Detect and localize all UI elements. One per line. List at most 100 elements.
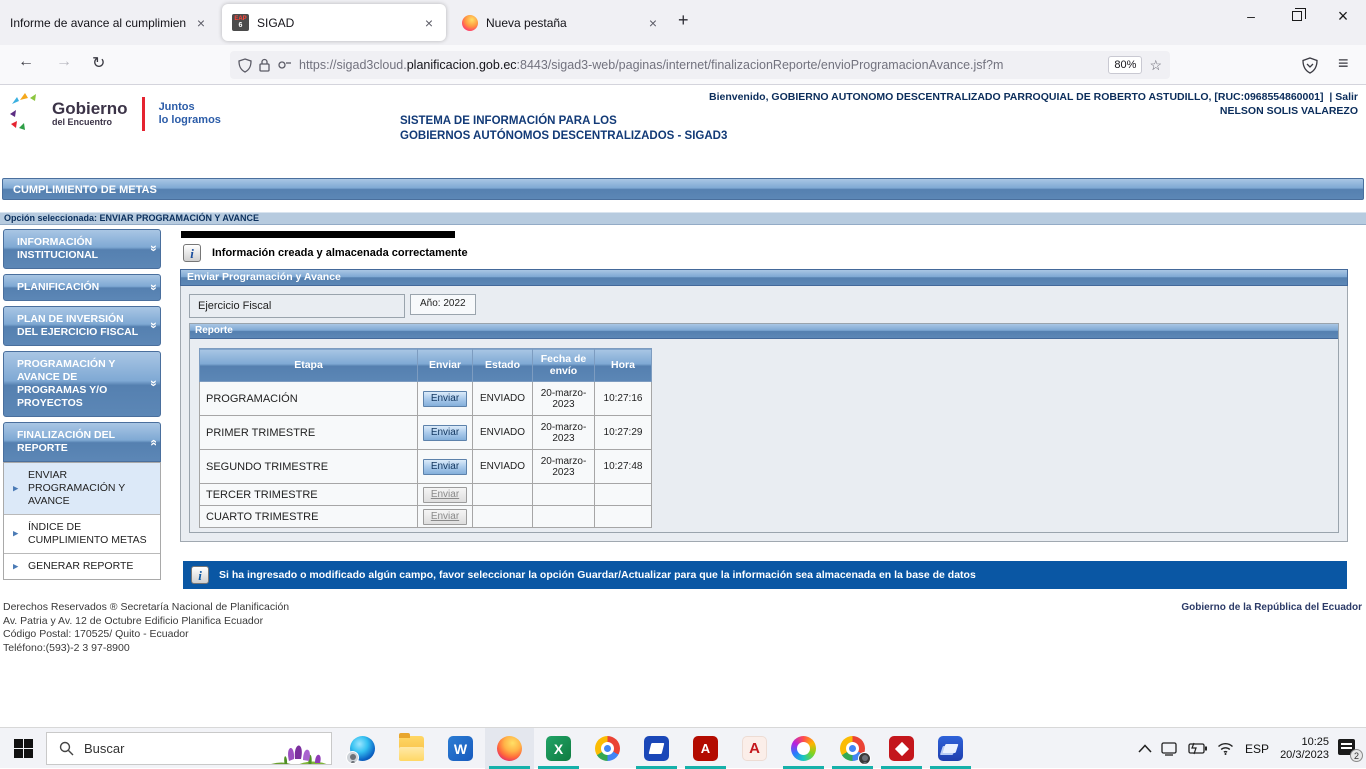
close-button[interactable]: × [1320,0,1366,32]
col-fecha: Fecha de envío [533,349,595,382]
start-button[interactable] [14,739,33,758]
fiscal-row: Ejercicio Fiscal Año: 2022 [189,294,1339,318]
clock[interactable]: 10:25 20/3/2023 [1280,736,1329,762]
col-enviar: Enviar [418,349,473,382]
lock-icon[interactable] [259,58,270,72]
tab-close-icon[interactable]: × [194,15,208,31]
chevron-up-icon: » [147,439,160,446]
table-row: SEGUNDO TRIMESTRE Enviar ENVIADO 20-marz… [200,450,652,484]
edge-profile-avatar [346,751,359,764]
taskbar-firefox[interactable] [485,728,534,769]
zoom-level-badge[interactable]: 80% [1108,56,1142,74]
sidebar-item-plan-inversion[interactable]: PLAN DE INVERSIÓN DEL EJERCICIO FISCAL » [3,306,161,346]
fecha-value: 20-marzo-2023 [533,382,595,416]
taskbar-acrobat[interactable]: A [681,728,730,769]
enviar-button[interactable]: Enviar [423,459,467,475]
search-input[interactable]: Buscar [46,732,332,765]
tracking-shield-icon[interactable] [238,58,252,73]
acrobat-icon: A [693,736,718,761]
url-bar[interactable]: https://sigad3cloud.planificacion.gob.ec… [230,51,1170,79]
cast-screen-icon[interactable] [1161,742,1179,756]
seasonal-flower-image[interactable] [265,733,331,765]
logout-link[interactable]: | Salir [1329,91,1358,103]
hora-value [595,506,652,528]
permissions-icon[interactable] [277,59,292,71]
estado-value: ENVIADO [473,382,533,416]
taskbar-autocad[interactable]: A [730,728,779,769]
notification-center[interactable]: 2 [1338,739,1360,759]
logo-divider [142,97,145,131]
tab-informe[interactable]: Informe de avance al cumplimiento × [0,0,218,45]
sidebar-item-programacion-avance[interactable]: PROGRAMACIÓN Y AVANCE DE PROGRAMAS Y/O P… [3,351,161,417]
file-explorer-icon [399,736,424,761]
language-indicator[interactable]: ESP [1243,742,1271,756]
tab-nueva-pestana[interactable]: Nueva pestaña × [452,0,670,45]
back-icon[interactable]: ← [18,53,34,71]
enviar-button-disabled: Enviar [423,509,467,525]
minimize-button[interactable]: – [1228,0,1274,32]
module-banner: CUMPLIMIENTO DE METAS [2,178,1364,200]
taskbar-file-explorer[interactable] [387,728,436,769]
chrome-profile-avatar [858,752,871,765]
estado-value: ENVIADO [473,450,533,484]
fecha-value [533,484,595,506]
taskbar-chrome-profile[interactable] [828,728,877,769]
restore-button[interactable] [1274,0,1320,32]
enviar-button[interactable]: Enviar [423,391,467,407]
system-tray: ESP 10:25 20/3/2023 2 [1138,728,1360,769]
pocket-shield-icon[interactable] [1302,57,1318,74]
logo-slogan: Juntos lo logramos [159,101,221,127]
hora-value: 10:27:29 [595,416,652,450]
sidebar-item-indice-cumplimiento[interactable]: ▶ ÍNDICE DE CUMPLIMIENTO METAS [4,515,160,554]
forward-icon[interactable]: → [56,53,72,71]
tab-sigad[interactable]: EAP 6 SIGAD × [222,4,446,41]
col-estado: Estado [473,349,533,382]
chevron-down-icon: » [147,380,160,387]
sidebar-item-enviar-programacion[interactable]: ▶ ENVIAR PROGRAMACIÓN Y AVANCE [4,463,160,515]
sidebar-menu: INFORMACIÓN INSTITUCIONAL » PLANIFICACIÓ… [3,229,161,580]
logo-arrows-icon [8,92,44,136]
form-panel: Ejercicio Fiscal Año: 2022 Reporte Etapa… [180,286,1348,542]
taskbar-color-ring-app[interactable] [779,728,828,769]
taskbar-red-app[interactable] [877,728,926,769]
sidebar-item-informacion-institucional[interactable]: INFORMACIÓN INSTITUCIONAL » [3,229,161,269]
fiscal-label: Ejercicio Fiscal [189,294,405,318]
hora-value: 10:27:16 [595,382,652,416]
sidebar-item-generar-reporte[interactable]: ▶ GENERAR REPORTE [4,554,160,579]
taskbar-reader-app[interactable] [926,728,975,769]
estado-value [473,506,533,528]
taskbar-chrome[interactable] [583,728,632,769]
bookmark-star-icon[interactable]: ☆ [1149,57,1162,74]
fecha-value: 20-marzo-2023 [533,450,595,484]
sigad-page: Gobierno del Encuentro Juntos lo logramo… [0,86,1366,727]
tab-close-icon[interactable]: × [646,15,660,31]
sidebar-item-planificacion[interactable]: PLANIFICACIÓN » [3,274,161,301]
fecha-value [533,506,595,528]
enviar-button-disabled: Enviar [423,487,467,503]
tab-close-icon[interactable]: × [422,15,436,31]
submenu-arrow-icon: ▶ [13,482,18,495]
taskbar-scanner-app[interactable] [632,728,681,769]
url-text: https://sigad3cloud.planificacion.gob.ec… [299,58,1101,72]
chevron-down-icon: » [147,322,160,329]
enviar-button[interactable]: Enviar [423,425,467,441]
new-tab-button[interactable]: + [678,10,689,31]
eap6-favicon-icon: EAP 6 [232,14,249,31]
taskbar-edge[interactable] [338,728,387,769]
fiscal-year-value: Año: 2022 [410,294,476,315]
info-icon: i [191,566,209,584]
submenu-arrow-icon: ▶ [13,560,18,573]
tray-chevron-up-icon[interactable] [1138,744,1152,753]
wifi-icon[interactable] [1217,742,1234,755]
menu-icon[interactable]: ≡ [1338,53,1349,74]
reload-icon[interactable]: ↻ [92,53,105,73]
restore-icon [1292,11,1302,21]
gobierno-logo: Gobierno del Encuentro Juntos lo logramo… [8,92,221,136]
logo-text: Gobierno del Encuentro [52,101,128,127]
report-table: Etapa Enviar Estado Fecha de envío Hora … [199,348,652,528]
sidebar-item-finalizacion-reporte[interactable]: FINALIZACIÓN DEL REPORTE » [3,422,161,462]
browser-nav-bar: ← → ↻ https://sigad3cloud.planificacion.… [0,45,1366,85]
taskbar-excel[interactable]: X [534,728,583,769]
taskbar-word[interactable]: W [436,728,485,769]
battery-icon[interactable] [1188,742,1208,755]
